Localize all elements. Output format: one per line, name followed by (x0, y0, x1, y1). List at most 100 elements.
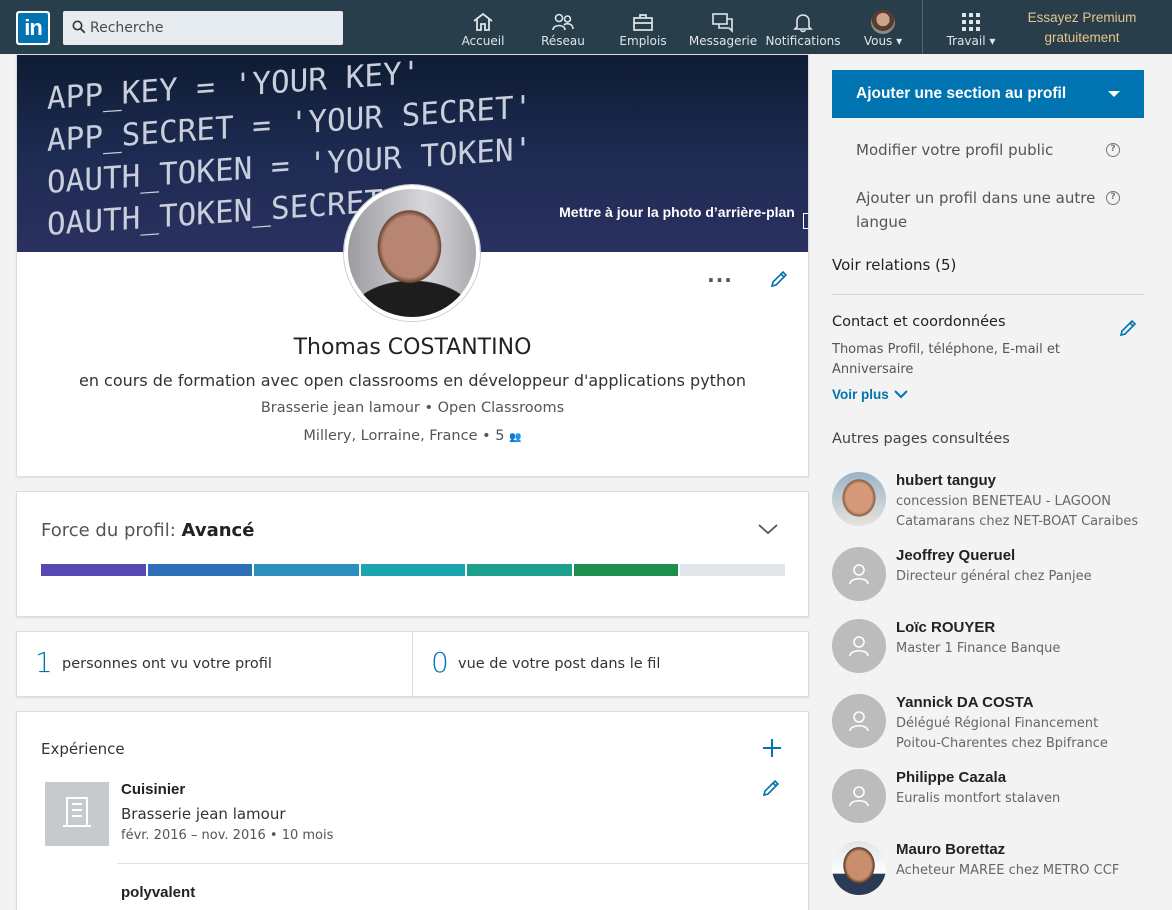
person-headline: Master 1 Finance Banque (896, 641, 1061, 656)
premium-trial-link[interactable]: Essayez Premium gratuitement (1018, 8, 1146, 48)
help-icon[interactable]: ? (1106, 143, 1120, 157)
meter-segment-filled (573, 564, 679, 576)
briefcase-icon (633, 14, 653, 31)
chevron-down-icon[interactable] (894, 390, 908, 399)
building-icon (63, 797, 91, 827)
more-actions-button[interactable]: ··· (705, 270, 735, 293)
search-input[interactable] (90, 11, 335, 45)
see-more-link[interactable]: Voir plus (832, 387, 889, 402)
post-views-count: 0 (431, 646, 449, 679)
experience-role-2[interactable]: polyvalent (121, 884, 195, 901)
person-name: hubert tanguy (896, 472, 996, 489)
person-placeholder-icon (849, 711, 869, 732)
meter-segment-filled (254, 564, 359, 576)
network-icon (552, 13, 574, 31)
profile-views-count: 1 (35, 646, 53, 679)
grid-icon (962, 13, 980, 31)
meter-segment-empty (680, 564, 786, 576)
nav-messaging-label: Messagerie (688, 34, 758, 48)
person-headline: Délégué Régional Financement Poitou-Char… (896, 716, 1108, 751)
person-headline: Acheteur MAREE chez METRO CCF (896, 863, 1120, 878)
nav-work[interactable]: Travail ▾ (940, 0, 1002, 54)
update-banner-photo-link[interactable]: Mettre à jour la photo d’arrière-plan (557, 200, 797, 224)
linkedin-logo[interactable]: in (16, 11, 50, 45)
messaging-icon (712, 13, 733, 33)
avatar (832, 769, 886, 823)
top-navigation: in Accueil Réseau Emplois Messagerie Not… (0, 0, 1172, 54)
people-also-viewed-item[interactable]: Jeoffrey Queruel Directeur général chez … (832, 547, 1152, 607)
experience-divider (117, 863, 808, 864)
search-box[interactable] (63, 11, 343, 45)
nav-notifications-label: Notifications (765, 34, 841, 48)
meter-segment-filled (467, 564, 572, 576)
meter-segment-filled (41, 564, 146, 576)
people-also-viewed-item[interactable]: Mauro Borettaz Acheteur MAREE chez METRO… (832, 841, 1152, 901)
add-language-profile-link[interactable]: Ajouter un profil dans une autre langue (856, 186, 1096, 234)
people-also-viewed-title: Autres pages consultées (832, 431, 1010, 447)
avatar (832, 547, 886, 601)
nav-home[interactable]: Accueil (453, 0, 513, 54)
edit-experience-pencil-icon[interactable] (761, 778, 781, 798)
avatar (832, 841, 886, 895)
home-icon (473, 12, 493, 31)
edit-contact-pencil-icon[interactable] (1118, 318, 1138, 338)
people-also-viewed-item[interactable]: Yannick DA COSTA Délégué Régional Financ… (832, 694, 1152, 754)
nav-home-label: Accueil (461, 34, 505, 48)
people-also-viewed-item[interactable]: hubert tanguy concession BENETEAU - LAGO… (832, 472, 1152, 532)
add-experience-plus-icon[interactable] (761, 737, 783, 759)
people-also-viewed-item[interactable]: Philippe Cazala Euralis montfort stalave… (832, 769, 1152, 829)
add-profile-section-button[interactable]: Ajouter une section au profil (832, 70, 1144, 118)
experience-dates: févr. 2016 – nov. 2016 • 10 mois (121, 828, 334, 843)
person-name: Loïc ROUYER (896, 619, 996, 636)
sidebar-divider (832, 294, 1144, 295)
profile-strength-meter (41, 564, 786, 576)
profile-stats-card: 1 personnes ont vu votre profil 0 vue de… (16, 631, 809, 697)
person-name: Yannick DA COSTA (896, 694, 1034, 711)
profile-location-connections: Millery, Lorraine, France • 5 👥 (17, 428, 808, 444)
image-icon[interactable] (803, 213, 808, 229)
profile-work[interactable]: Brasserie jean lamour • Open Classrooms (17, 400, 808, 416)
help-icon[interactable]: ? (1106, 191, 1120, 205)
profile-location: Millery, Lorraine, France • 5 (303, 428, 505, 444)
person-placeholder-icon (849, 636, 869, 657)
experience-title: Expérience (41, 740, 125, 758)
post-views-stat[interactable]: 0 vue de votre post dans le fil (413, 632, 809, 696)
bell-icon (793, 14, 813, 33)
people-also-viewed-item[interactable]: Loïc ROUYER Master 1 Finance Banque (832, 619, 1152, 679)
person-headline: Euralis montfort stalaven (896, 791, 1061, 806)
person-placeholder-icon (849, 564, 869, 585)
profile-views-label: personnes ont vu votre profil (62, 656, 272, 672)
user-avatar (871, 10, 895, 34)
company-logo-placeholder[interactable] (45, 782, 109, 846)
add-profile-section-label: Ajouter une section au profil (856, 85, 1067, 102)
nav-divider (922, 0, 923, 54)
profile-strength-level: Avancé (181, 520, 255, 541)
search-icon (72, 20, 86, 34)
edit-intro-pencil-icon[interactable] (769, 269, 789, 289)
person-name: Jeoffrey Queruel (896, 547, 1016, 564)
nav-notifications[interactable]: Notifications (764, 0, 842, 54)
nav-network[interactable]: Réseau (533, 0, 593, 54)
profile-views-stat[interactable]: 1 personnes ont vu votre profil (17, 632, 413, 696)
person-name: Mauro Borettaz (896, 841, 1006, 858)
person-headline: concession BENETEAU - LAGOON Catamarans … (896, 494, 1139, 529)
profile-top-card: APP_KEY = 'YOUR KEY' APP_SECRET = 'YOUR S… (16, 54, 809, 477)
nav-me[interactable]: Vous ▾ (853, 0, 913, 54)
contact-info-description: Thomas Profil, téléphone, E-mail et Anni… (832, 342, 1060, 377)
profile-photo[interactable] (344, 185, 480, 321)
nav-me-label: Vous ▾ (863, 34, 903, 48)
meter-segment-filled (147, 564, 253, 576)
avatar (832, 472, 886, 526)
chevron-down-icon[interactable] (757, 522, 779, 536)
edit-public-profile-link[interactable]: Modifier votre profil public (856, 138, 1053, 162)
nav-jobs[interactable]: Emplois (613, 0, 673, 54)
linkedin-logo-mark: in (18, 13, 48, 43)
nav-messaging[interactable]: Messagerie (688, 0, 758, 54)
experience-role[interactable]: Cuisinier (121, 781, 185, 798)
post-views-label: vue de votre post dans le fil (458, 656, 661, 672)
nav-jobs-label: Emplois (619, 34, 667, 48)
experience-company: Brasserie jean lamour (121, 805, 286, 823)
caret-down-icon (1108, 91, 1120, 97)
connections-icon[interactable]: 👥 (509, 432, 521, 443)
see-connections-link[interactable]: Voir relations (5) (832, 256, 956, 274)
